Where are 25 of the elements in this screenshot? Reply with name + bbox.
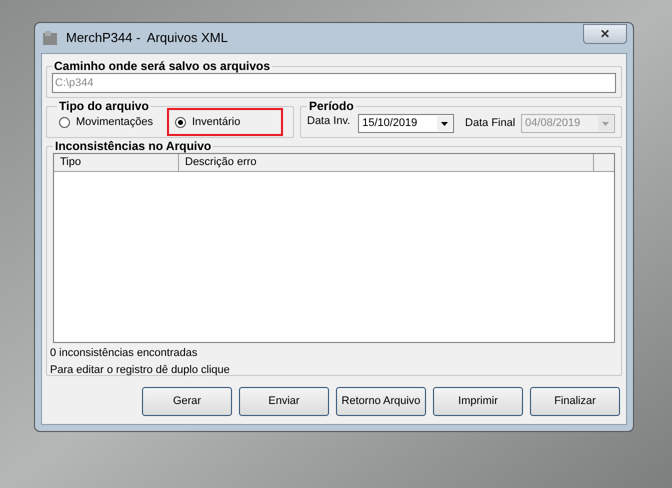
group-title: Tipo do arquivo <box>58 100 150 113</box>
group-title: Caminho onde será salvo os arquivos <box>53 60 272 73</box>
date-dropdown[interactable]: 15/10/2019 <box>358 114 454 132</box>
radio-button[interactable] <box>175 116 186 128</box>
caret-icon <box>437 116 452 130</box>
dialog-button[interactable]: Retorno Arquivo <box>336 387 426 416</box>
field-label: Data Inv. <box>307 114 350 129</box>
group-title: Inconsistências no Arquivo <box>54 140 212 153</box>
app-icon <box>42 30 58 46</box>
column-header[interactable]: Tipo <box>54 154 179 171</box>
dialog-button[interactable]: Gerar <box>142 387 232 416</box>
dialog-button[interactable]: Imprimir <box>433 387 523 416</box>
caret-icon <box>598 116 613 130</box>
dialog-button[interactable]: Enviar <box>239 387 329 416</box>
status-text: 0 inconsistências encontradas <box>50 347 198 360</box>
field-label: Data Final <box>465 116 516 131</box>
radio-button[interactable] <box>59 116 70 128</box>
group-title: Período <box>308 100 355 113</box>
dialog-button[interactable]: Finalizar <box>530 387 620 416</box>
window-title: MerchP344 - Arquivos XML <box>66 29 228 48</box>
status-text: Para editar o registro dê duplo clique <box>50 364 231 377</box>
radio-label: Inventário <box>192 114 240 130</box>
close-button[interactable]: ✕ <box>583 24 627 44</box>
radio-label: Movimentações <box>76 114 154 130</box>
column-header[interactable]: Descrição erro <box>179 154 594 171</box>
